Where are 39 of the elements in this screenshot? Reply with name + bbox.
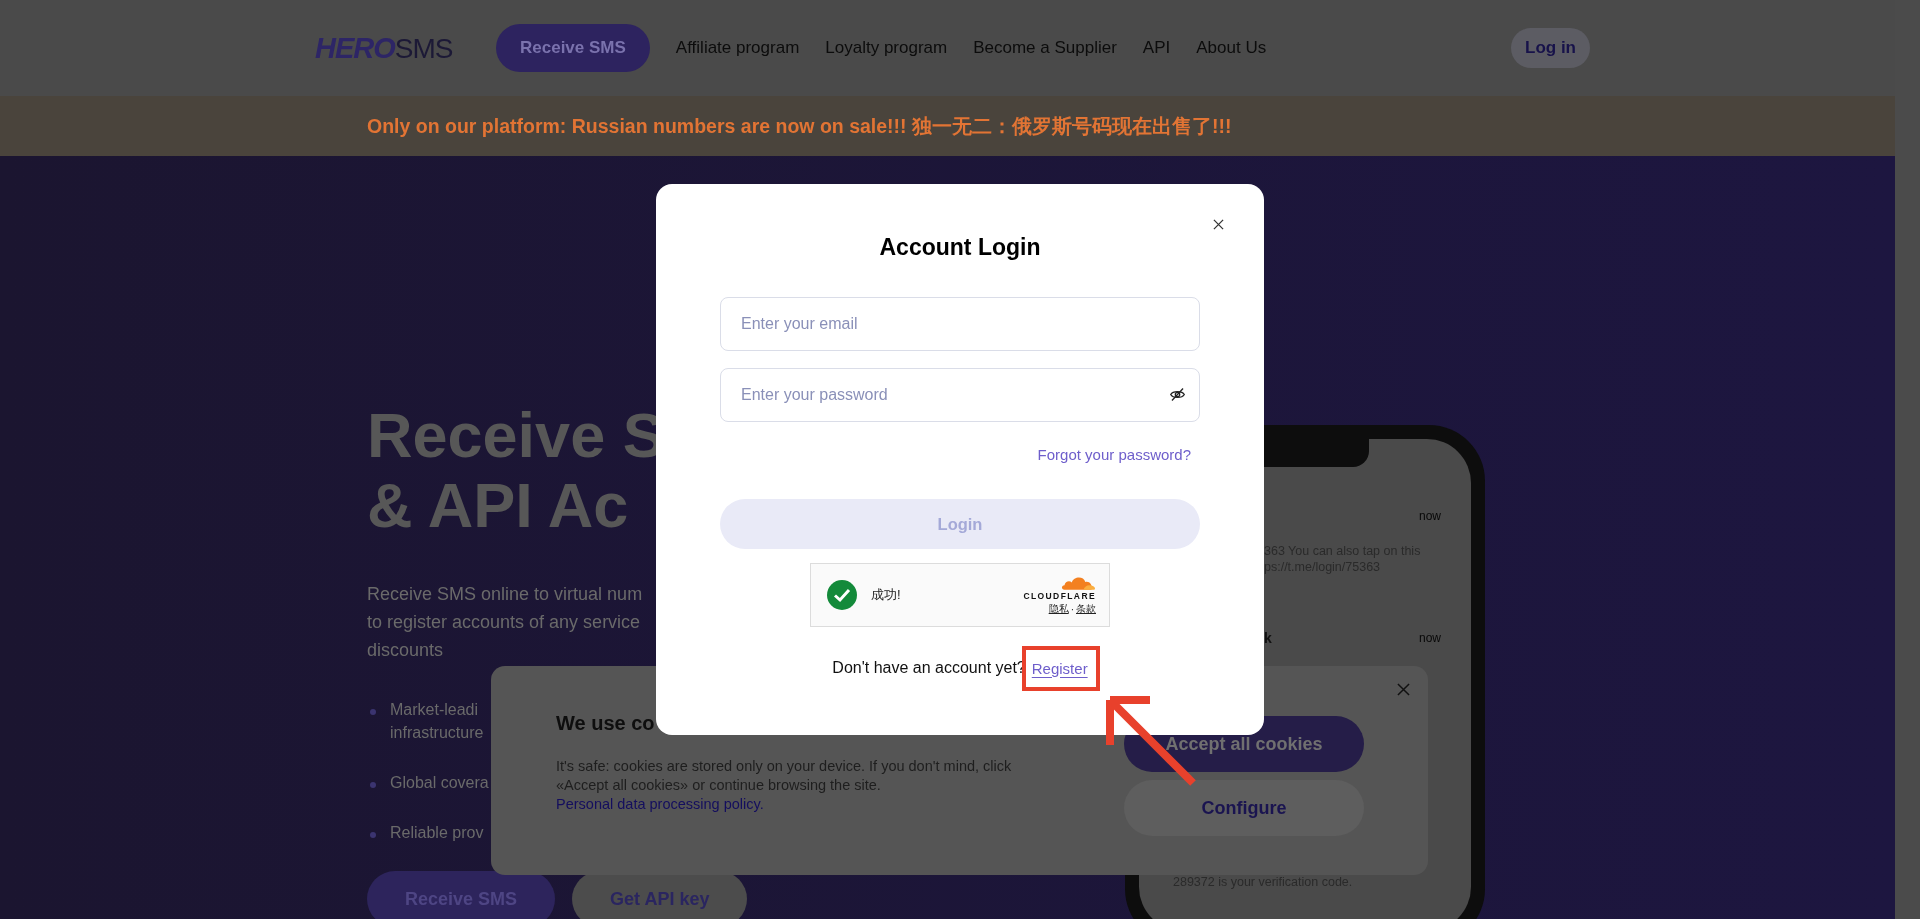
policy-link[interactable]: Personal data processing policy. <box>556 796 764 812</box>
login-button[interactable]: Log in <box>1511 28 1590 68</box>
nav-link[interactable]: Become a Supplier <box>973 38 1117 58</box>
promo-text: Only on our platform: Russian numbers are now on sale!!! 独一无二：俄罗斯号码现在出售了!!! <box>367 113 1232 139</box>
terms-link[interactable]: 条款 <box>1076 602 1096 616</box>
close-icon[interactable] <box>1213 219 1224 230</box>
forgot-password-link[interactable]: Forgot your password? <box>1037 446 1191 463</box>
notification-time: now <box>1419 509 1441 523</box>
nav-link[interactable]: Loyalty program <box>825 38 948 58</box>
scrollbar-track[interactable] <box>1895 0 1920 919</box>
nav-link[interactable]: About Us <box>1196 38 1267 58</box>
privacy-link[interactable]: 隐私 <box>1048 602 1069 616</box>
captcha-widget[interactable]: 成功! CLOUDFLARE 隐私 · 条款 <box>810 563 1110 627</box>
dialog-title: Account Login <box>879 234 1041 261</box>
captcha-status: 成功! <box>871 586 901 604</box>
eye-slash-icon[interactable] <box>1169 386 1186 403</box>
email-field[interactable]: Enter your email <box>720 297 1200 351</box>
hero-description: to register accounts of any service <box>367 611 641 634</box>
hero-description: discounts <box>367 639 444 662</box>
feature-text: Reliable prov <box>390 823 484 843</box>
cookie-title: We use co <box>556 712 655 735</box>
notification-time: now <box>1419 631 1441 645</box>
configure-button[interactable]: Configure <box>1124 780 1364 836</box>
bullet-icon <box>370 782 376 788</box>
feature-text: infrastructure <box>390 723 484 743</box>
password-field[interactable]: Enter your password <box>720 368 1200 422</box>
register-link[interactable]: Register <box>1031 659 1088 677</box>
feature-text: Market-leadi <box>390 700 479 720</box>
bullet-icon <box>370 709 376 715</box>
notification-title: k <box>1264 630 1272 646</box>
cloudflare-logo: CLOUDFLARE <box>1023 591 1096 601</box>
bullet-icon <box>370 832 376 838</box>
nav-link[interactable]: API <box>1142 38 1171 58</box>
receive-sms-button[interactable]: Receive SMS <box>496 24 650 72</box>
hero-title: & API Ac <box>367 470 629 540</box>
separator-dot: · <box>1070 603 1074 615</box>
feature-text: Global covera <box>390 773 489 793</box>
nav-link[interactable]: Affiliate program <box>675 38 800 58</box>
hero-description: Receive SMS online to virtual num <box>367 583 643 606</box>
